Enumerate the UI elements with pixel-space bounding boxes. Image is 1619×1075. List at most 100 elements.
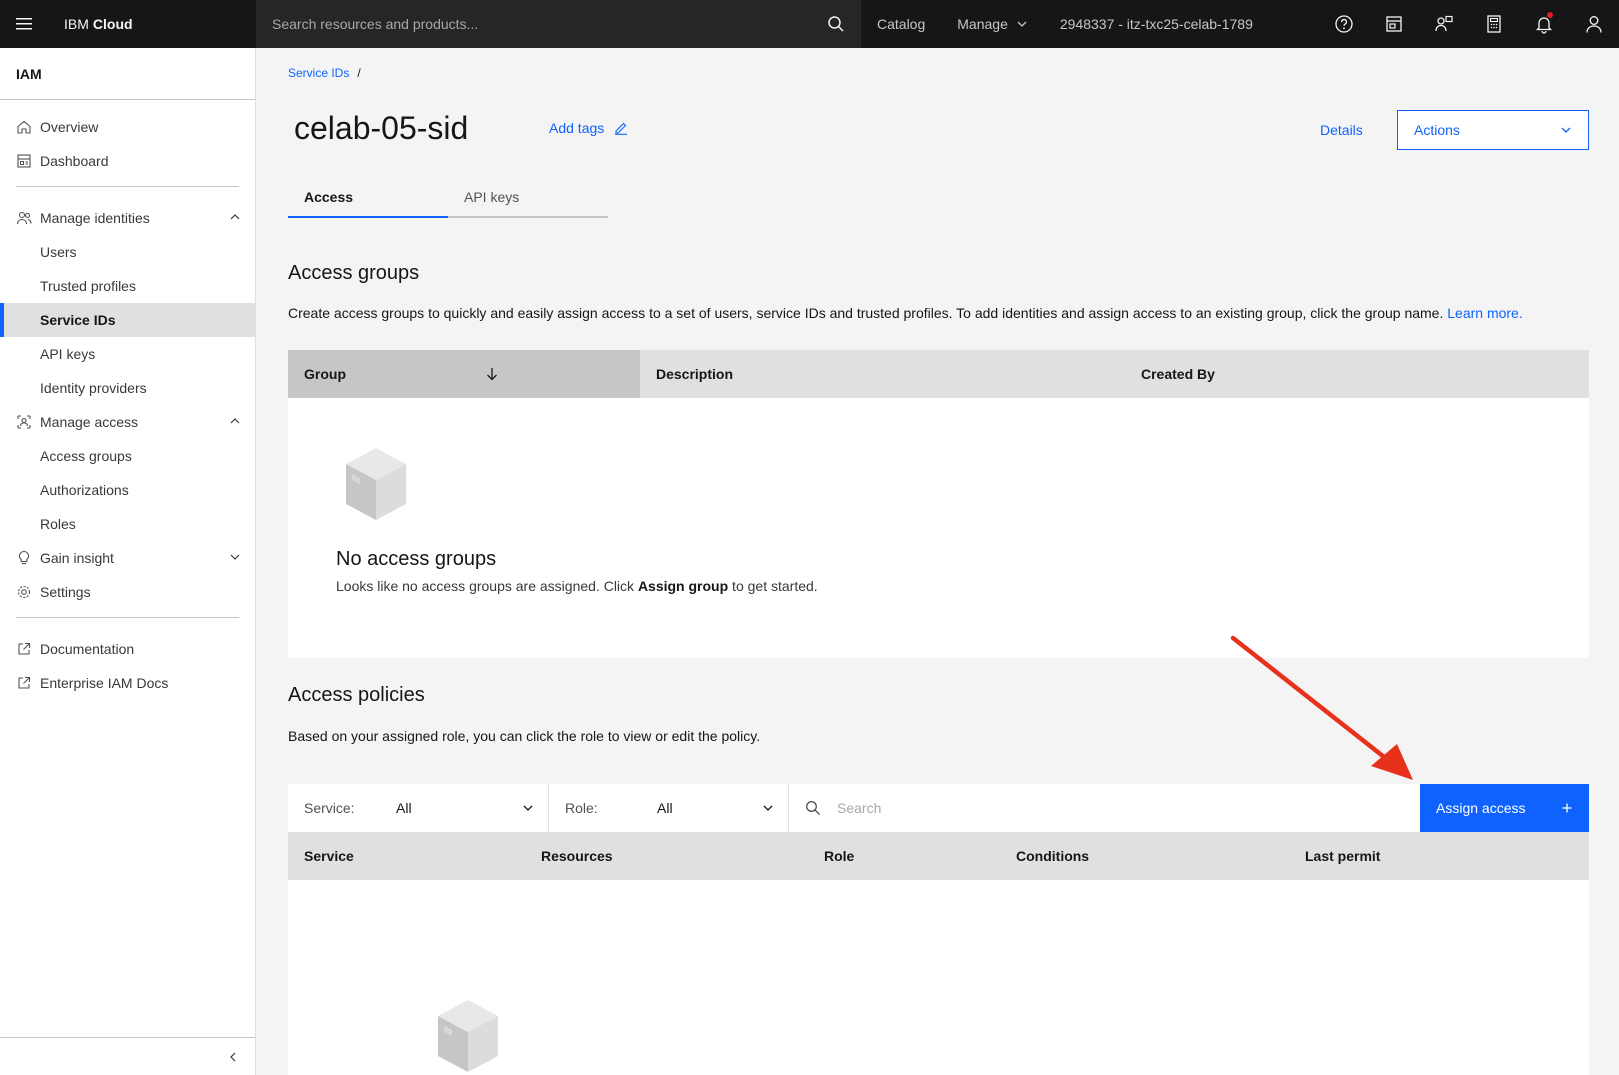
sidebar-item-gain-insight[interactable]: Gain insight <box>0 541 255 575</box>
menu-icon[interactable] <box>0 0 48 48</box>
breadcrumb: Service IDs / <box>288 66 361 80</box>
user-avatar-icon[interactable] <box>1569 0 1619 48</box>
column-header-conditions: Conditions <box>1000 832 1289 880</box>
brand-logo[interactable]: IBM Cloud <box>64 0 256 48</box>
role-filter[interactable]: Role: All <box>549 784 789 832</box>
column-header-description: Description <box>640 350 1125 398</box>
global-search-input[interactable] <box>272 16 827 32</box>
calculator-icon[interactable] <box>1469 0 1519 48</box>
chevron-up-icon <box>229 415 241 427</box>
sidebar-item-users[interactable]: Users <box>0 235 255 269</box>
support-icon[interactable] <box>1419 0 1469 48</box>
sidebar-item-authorizations[interactable]: Authorizations <box>0 473 255 507</box>
search-icon <box>805 800 821 816</box>
column-header-label: Resources <box>541 848 613 864</box>
chevron-up-icon <box>229 211 241 223</box>
sidebar-item-access-groups[interactable]: Access groups <box>0 439 255 473</box>
sidebar-item-label: Users <box>40 244 77 260</box>
help-icon[interactable] <box>1319 0 1369 48</box>
tab-access[interactable]: Access <box>288 178 448 218</box>
column-header-created-by: Created By <box>1125 350 1589 398</box>
service-filter[interactable]: Service: All <box>288 784 549 832</box>
empty-desc-text-end: to get started. <box>728 578 818 594</box>
empty-box-icon <box>436 998 500 1074</box>
arrow-down-icon <box>484 366 500 382</box>
empty-state-title: No access groups <box>336 548 497 570</box>
column-header-label: Last permit <box>1305 848 1381 864</box>
access-groups-description-text: Create access groups to quickly and easi… <box>288 305 1444 321</box>
table-header: Group Description Created By <box>288 350 1589 398</box>
sidebar-item-label: Roles <box>40 516 76 532</box>
sidebar-item-label: Gain insight <box>40 550 114 566</box>
sidebar-item-label: Trusted profiles <box>40 278 136 294</box>
gear-icon <box>16 584 32 600</box>
chevron-down-icon <box>229 551 241 563</box>
notification-icon[interactable] <box>1519 0 1569 48</box>
home-icon <box>16 119 32 135</box>
launch-icon <box>16 641 32 657</box>
access-groups-table: Group Description Created By No access g… <box>288 350 1589 658</box>
breadcrumb-separator: / <box>357 66 361 80</box>
sidebar-item-documentation[interactable]: Documentation <box>0 632 255 666</box>
sidebar-item-label: Enterprise IAM Docs <box>40 675 169 691</box>
sidebar-item-settings[interactable]: Settings <box>0 575 255 609</box>
access-policies-description: Based on your assigned role, you can cli… <box>288 728 761 744</box>
add-tags-button[interactable]: Add tags <box>549 120 628 136</box>
assign-access-button[interactable]: Assign access <box>1420 784 1589 832</box>
brand-prefix: IBM <box>64 16 89 32</box>
sidebar-item-enterprise-iam-docs[interactable]: Enterprise IAM Docs <box>0 666 255 700</box>
cost-estimator-icon[interactable] <box>1369 0 1419 48</box>
learn-more-link[interactable]: Learn more. <box>1447 305 1522 321</box>
launch-icon <box>16 675 32 691</box>
sidebar-item-label: Settings <box>40 584 91 600</box>
policies-toolbar: Service: All Role: All Assign access <box>288 784 1589 832</box>
sidebar-item-dashboard[interactable]: Dashboard <box>0 144 255 178</box>
column-header-group[interactable]: Group <box>288 350 640 398</box>
table-header: Service Resources Role Conditions Last p… <box>288 832 1589 880</box>
annotation-arrow <box>1225 632 1425 782</box>
empty-state: No access groups Looks like no access gr… <box>288 398 1589 658</box>
account-switcher[interactable]: 2948337 - itz-txc25-celab-1789 <box>1044 0 1269 48</box>
empty-state <box>288 880 1589 1075</box>
assign-access-label: Assign access <box>1436 800 1526 816</box>
column-header-service: Service <box>288 832 525 880</box>
actions-dropdown[interactable]: Actions <box>1397 110 1589 150</box>
access-policies-heading: Access policies <box>288 684 425 706</box>
sidebar-item-overview[interactable]: Overview <box>0 110 255 144</box>
column-header-resources: Resources <box>525 832 808 880</box>
sidebar-item-trusted-profiles[interactable]: Trusted profiles <box>0 269 255 303</box>
sidebar-item-roles[interactable]: Roles <box>0 507 255 541</box>
manage-label: Manage <box>957 16 1008 32</box>
access-groups-heading: Access groups <box>288 262 420 284</box>
search-icon[interactable] <box>827 15 845 33</box>
policy-search-input[interactable] <box>837 800 1237 816</box>
sidebar-item-identity-providers[interactable]: Identity providers <box>0 371 255 405</box>
sidebar-divider <box>16 186 239 187</box>
page-title: celab-05-sid <box>294 110 469 146</box>
sidebar-item-label: Service IDs <box>40 312 116 328</box>
breadcrumb-service-ids-link[interactable]: Service IDs <box>288 66 349 80</box>
chevron-down-icon <box>522 802 534 814</box>
tab-api-keys[interactable]: API keys <box>448 178 608 218</box>
sidebar-item-service-ids[interactable]: Service IDs <box>0 303 255 337</box>
collapse-sidebar-button[interactable] <box>0 1037 255 1075</box>
policy-search <box>789 784 1420 832</box>
chevron-down-icon <box>1016 18 1028 30</box>
notification-badge <box>1547 12 1553 18</box>
sidebar-divider <box>16 617 239 618</box>
add-icon <box>1561 802 1573 814</box>
sidebar-item-manage-identities[interactable]: Manage identities <box>0 201 255 235</box>
catalog-link[interactable]: Catalog <box>861 0 941 48</box>
empty-desc-text: Looks like no access groups are assigned… <box>336 578 638 594</box>
sidebar-item-label: Manage identities <box>40 210 150 226</box>
role-filter-value: All <box>657 800 673 816</box>
details-link[interactable]: Details <box>1320 122 1363 138</box>
sidebar-item-api-keys[interactable]: API keys <box>0 337 255 371</box>
access-policies-table: Service Resources Role Conditions Last p… <box>288 832 1589 1075</box>
sidebar-item-manage-access[interactable]: Manage access <box>0 405 255 439</box>
sidebar-item-label: Overview <box>40 119 99 135</box>
sidebar-nav: Overview Dashboard Manage identities Use… <box>0 100 255 700</box>
sidebar-title: IAM <box>0 48 255 100</box>
identities-icon <box>16 210 32 226</box>
manage-menu[interactable]: Manage <box>941 0 1044 48</box>
